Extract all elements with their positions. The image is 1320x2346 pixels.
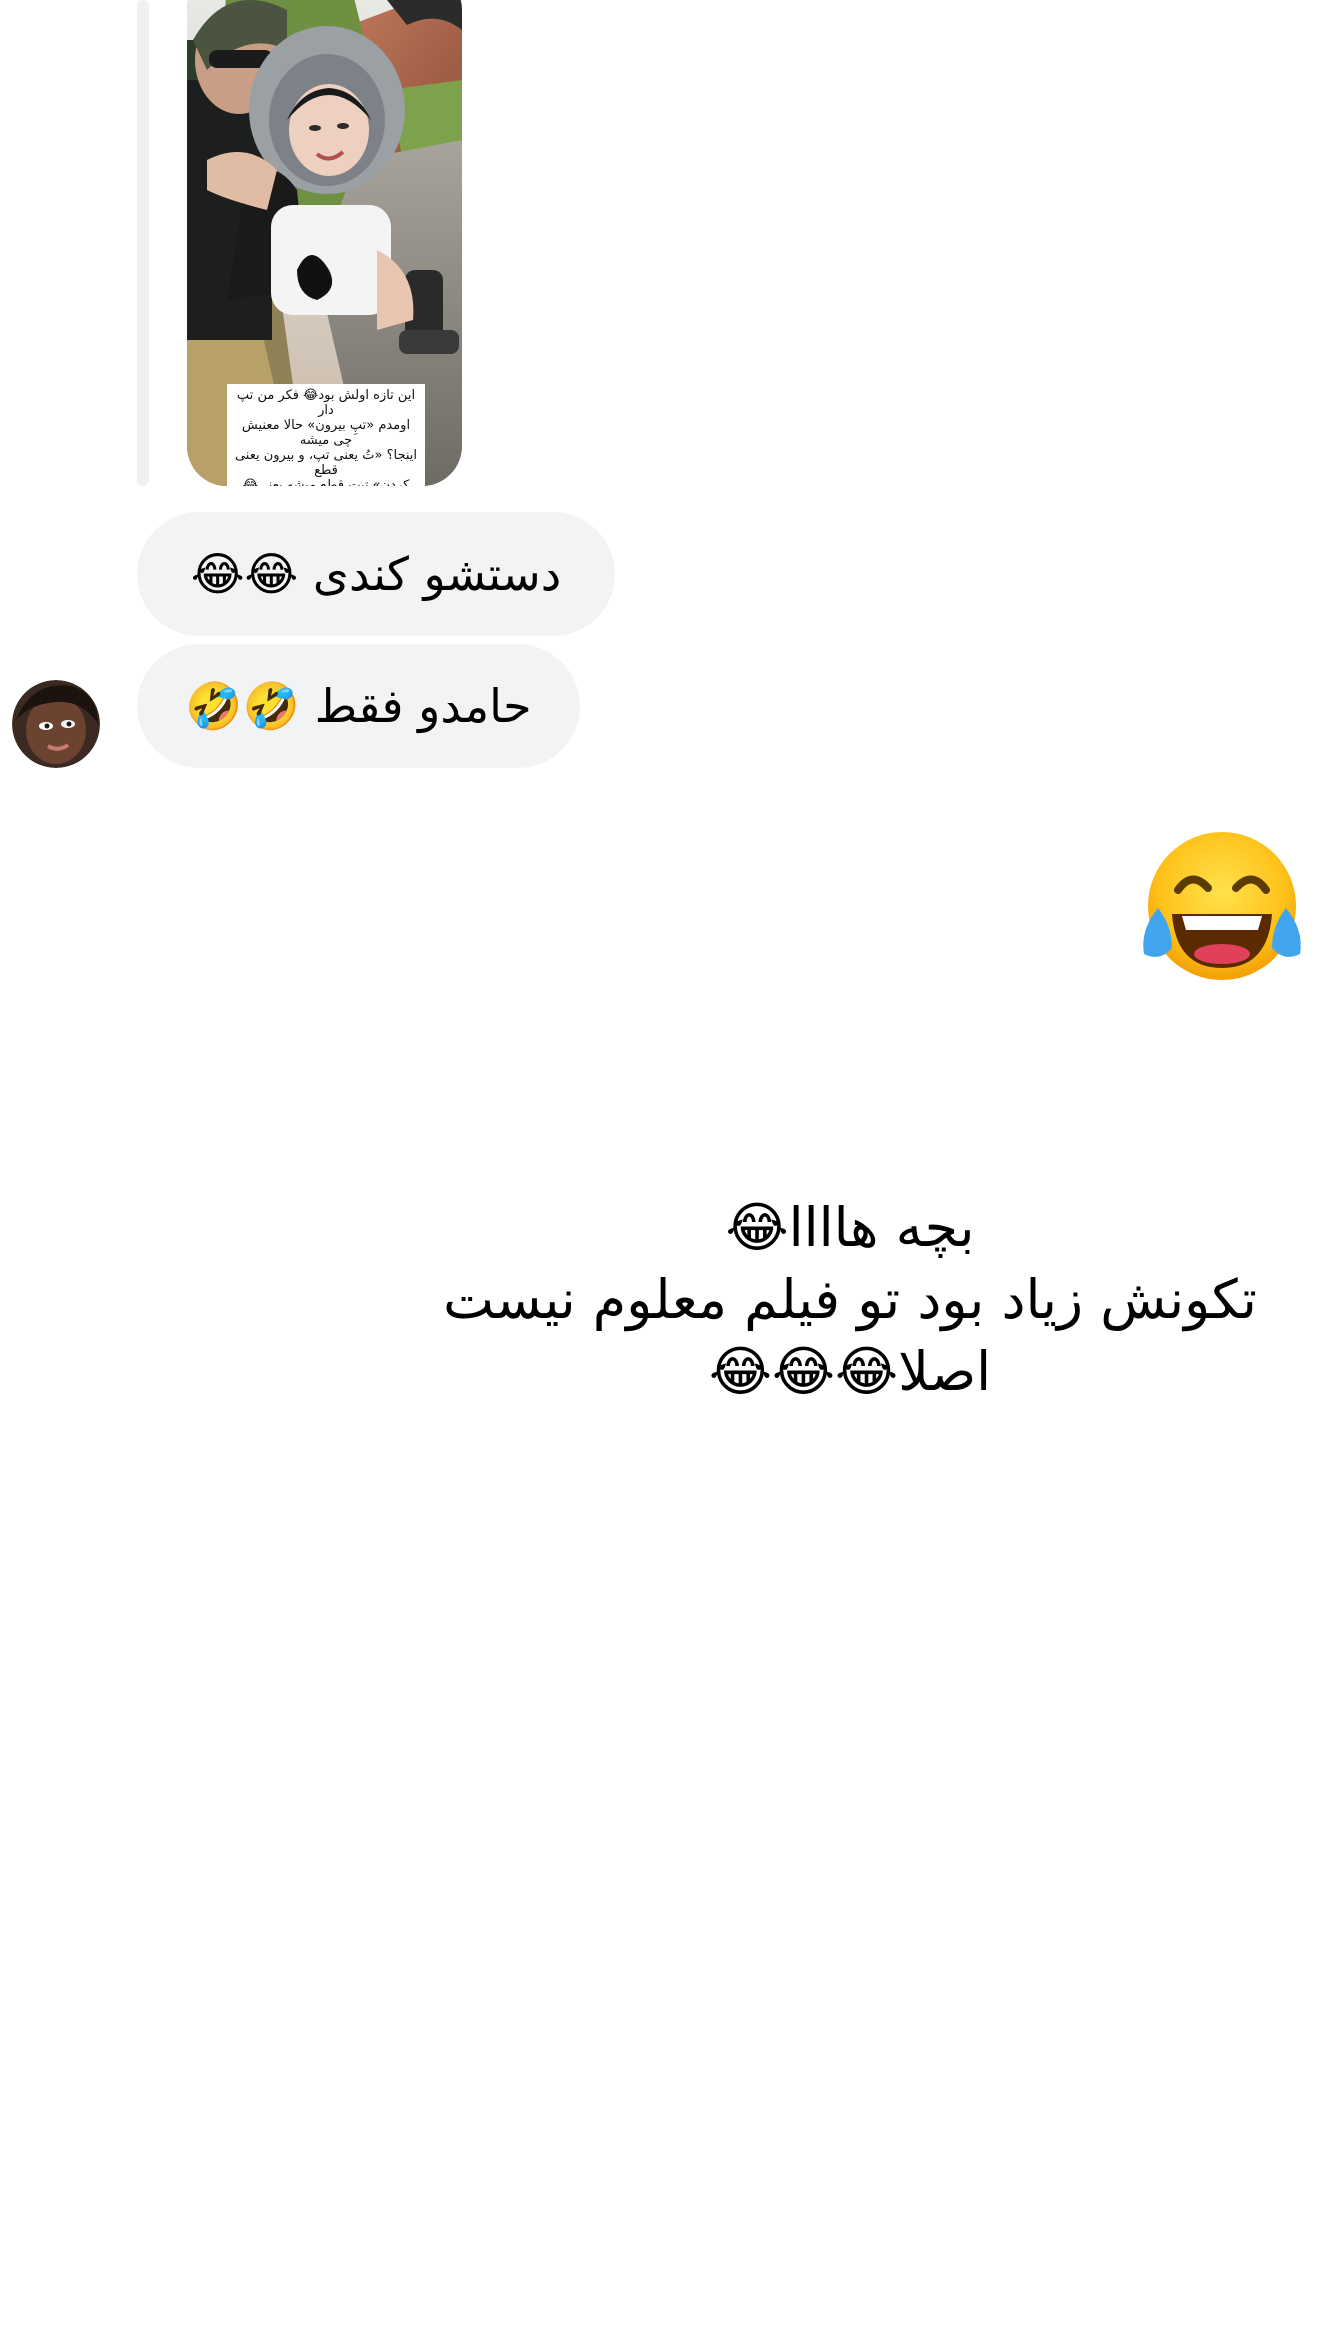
reply-indicator-line [137, 0, 149, 486]
received-message-bubble[interactable]: حامدو فقط 🤣🤣 [137, 644, 580, 768]
avatar-image [12, 680, 100, 768]
sent-message-line: تکونش زیاد بود تو فیلم معلوم نیست [443, 1268, 1257, 1331]
face-with-tears-of-joy-icon[interactable] [1138, 830, 1306, 986]
sent-message-line: اصلا😂😂😂 [708, 1340, 992, 1403]
message-text: دستشو کندی 😂😂 [190, 547, 562, 601]
sent-message-line: بچه هاااا😂 [725, 1196, 975, 1259]
shared-reel-thumbnail[interactable]: این تازه اولش بود😂 فکر من تپ دار اومدم «… [187, 0, 462, 486]
received-message-bubble[interactable]: دستشو کندی 😂😂 [137, 512, 615, 636]
message-text: حامدو فقط 🤣🤣 [185, 678, 532, 733]
sent-message-text[interactable]: بچه هاااا😂 تکونش زیاد بود تو فیلم معلوم … [440, 1192, 1260, 1408]
reel-caption: این تازه اولش بود😂 فکر من تپ دار اومدم «… [227, 384, 425, 486]
sender-avatar[interactable] [12, 680, 100, 768]
chat-thread: این تازه اولش بود😂 فکر من تپ دار اومدم «… [0, 0, 1320, 2346]
reaction-emoji-graphic [1143, 832, 1301, 980]
